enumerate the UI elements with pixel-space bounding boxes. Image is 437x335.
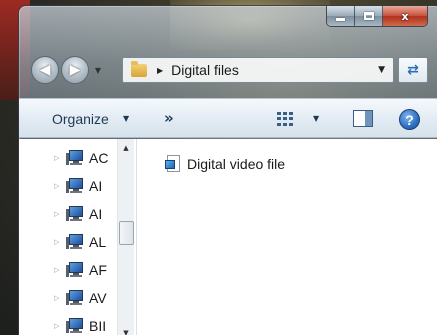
network-computer-icon	[66, 178, 86, 194]
back-arrow-icon: ◀	[39, 62, 51, 78]
forward-arrow-icon: ▶	[69, 62, 81, 78]
expand-arrow-icon[interactable]: ▷	[54, 154, 64, 162]
network-computer-icon	[66, 290, 86, 306]
tree-item[interactable]: ▷ AL	[54, 232, 106, 252]
file-name: Digital video file	[187, 156, 286, 172]
expand-arrow-icon[interactable]: ▷	[54, 294, 64, 302]
refresh-button[interactable]: ⇄	[398, 57, 428, 83]
network-computer-icon	[66, 234, 86, 250]
maximize-icon	[363, 12, 374, 20]
expand-arrow-icon[interactable]: ▷	[54, 210, 64, 218]
minimize-button[interactable]	[327, 6, 355, 26]
command-bar: Organize ▼ » ▼ ?	[19, 98, 437, 138]
help-icon[interactable]: ?	[399, 109, 420, 130]
folder-icon	[131, 60, 147, 77]
tree-item[interactable]: ▷ BII	[54, 316, 106, 335]
network-computer-icon	[66, 262, 86, 278]
scroll-down-button[interactable]: ▼	[118, 324, 134, 335]
expand-arrow-icon[interactable]: ▷	[54, 266, 64, 274]
file-list: Digital video file	[137, 139, 437, 335]
tree-item-label: BII	[89, 318, 107, 334]
tree-item-label: AI	[89, 206, 103, 222]
organize-button[interactable]: Organize	[52, 111, 109, 127]
back-button[interactable]: ◀	[31, 56, 59, 84]
video-file-icon	[165, 155, 181, 173]
organize-dropdown-icon[interactable]: ▼	[123, 114, 129, 123]
tree-item[interactable]: ▷ AF	[54, 260, 107, 280]
network-computer-icon	[66, 206, 86, 222]
network-computer-icon	[66, 150, 86, 166]
expand-arrow-icon[interactable]: ▷	[54, 182, 64, 190]
tree-item[interactable]: ▷ AC	[54, 148, 108, 168]
tree-item-label: AI	[89, 178, 103, 194]
tree-item-label: AV	[89, 290, 107, 306]
navigation-scrollbar[interactable]: ▲ ▼	[117, 139, 134, 335]
close-icon: x	[401, 9, 409, 23]
breadcrumb-current[interactable]: Digital files	[171, 62, 239, 78]
views-dropdown-icon[interactable]: ▼	[313, 114, 319, 123]
explorer-window: x ◀ ▶ ▼ ▶ Digital files ▼ ⇄ Organize ▼ »…	[18, 5, 437, 335]
preview-pane-icon[interactable]	[353, 110, 373, 127]
recent-pages-dropdown[interactable]: ▼	[91, 62, 105, 78]
maximize-button[interactable]	[355, 6, 383, 26]
close-button[interactable]: x	[383, 6, 427, 26]
tree-item-label: AF	[89, 262, 107, 278]
caption-buttons: x	[326, 6, 428, 27]
network-computer-icon	[66, 318, 86, 334]
tree-item[interactable]: ▷ AV	[54, 288, 107, 308]
views-icon[interactable]	[277, 112, 295, 126]
more-commands-button[interactable]: »	[164, 109, 174, 127]
tree-item-label: AC	[89, 150, 109, 166]
expand-arrow-icon[interactable]: ▷	[54, 322, 64, 330]
refresh-icon: ⇄	[407, 62, 419, 78]
file-item[interactable]: Digital video file	[165, 155, 285, 173]
scroll-thumb[interactable]	[119, 221, 134, 245]
expand-arrow-icon[interactable]: ▷	[54, 238, 64, 246]
address-bar[interactable]: ▶ Digital files ▼	[122, 57, 394, 83]
tree-item[interactable]: ▷ AI	[54, 204, 102, 224]
forward-button[interactable]: ▶	[61, 56, 89, 84]
scroll-up-button[interactable]: ▲	[118, 139, 134, 156]
breadcrumb-chevron-icon[interactable]: ▶	[157, 66, 163, 75]
address-dropdown-icon[interactable]: ▼	[378, 65, 385, 75]
tree-item[interactable]: ▷ AI	[54, 176, 102, 196]
tree-item-label: AL	[89, 234, 107, 250]
minimize-icon	[336, 17, 345, 21]
